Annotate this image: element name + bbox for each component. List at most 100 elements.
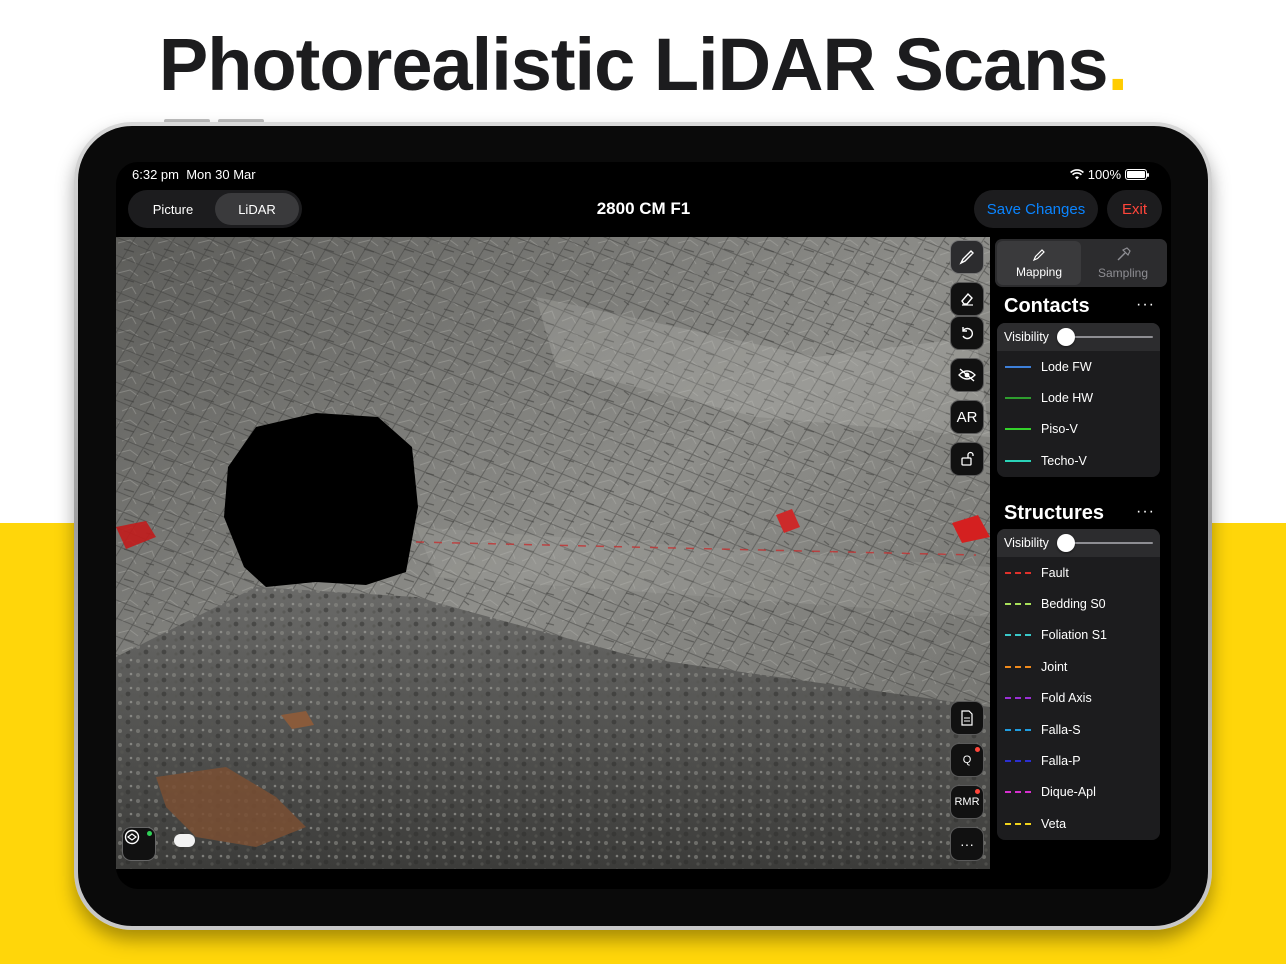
line-style-swatch [1005, 603, 1031, 606]
contacts-more-button[interactable]: ··· [1136, 296, 1155, 314]
structures-visibility-knob[interactable] [1057, 534, 1075, 552]
line-style-swatch [1005, 822, 1031, 825]
hammer-icon [1117, 246, 1131, 260]
contacts-item-label: Techo-V [1041, 453, 1087, 468]
line-style-swatch [1005, 459, 1031, 462]
structures-visibility-row: Visibility [997, 529, 1160, 557]
document-icon [961, 710, 973, 726]
structures-item[interactable]: Fault [997, 557, 1160, 588]
q-tool-button[interactable]: Q [950, 743, 984, 777]
unlock-icon [961, 451, 974, 466]
exit-button[interactable]: Exit [1107, 190, 1162, 228]
q-tool-label: Q [962, 754, 972, 766]
status-indicators: 100% [1069, 167, 1149, 182]
structures-item-label: Dique-Apl [1041, 785, 1096, 800]
status-clock: 6:32 pm [132, 167, 179, 182]
contacts-list: Lode FW Lode HW Piso-V Techo-V [997, 351, 1160, 477]
structures-more-button[interactable]: ··· [1136, 503, 1155, 521]
line-style-swatch [1005, 397, 1031, 400]
pen-icon [959, 250, 974, 265]
scan-mode-button[interactable] [122, 827, 156, 861]
visibility-tool-button[interactable] [950, 358, 984, 392]
contacts-item[interactable]: Lode HW [997, 382, 1160, 413]
line-style-swatch [1005, 428, 1031, 431]
headline-text: Photorealistic LiDAR Scans [158, 23, 1109, 106]
headline-dot: . [1107, 23, 1129, 106]
contacts-item-label: Piso-V [1041, 422, 1078, 437]
contacts-group: Visibility Lode FW Lode HW Piso-V Techo-V [997, 323, 1160, 477]
contacts-visibility-knob[interactable] [1057, 328, 1075, 346]
structures-item[interactable]: Joint [997, 651, 1160, 682]
structures-item-label: Fault [1041, 565, 1069, 580]
headline: Photorealistic LiDAR Scans. [0, 22, 1286, 107]
lidar-scan-viewport[interactable] [116, 237, 990, 869]
notes-tool-button[interactable] [950, 701, 984, 735]
contacts-item[interactable]: Techo-V [997, 445, 1160, 476]
structures-item-label: Veta [1041, 816, 1067, 831]
rmr-tool-badge [975, 789, 980, 794]
pen-icon [1032, 248, 1045, 261]
contacts-title: Contacts [1004, 295, 1090, 317]
line-style-swatch [1005, 571, 1031, 574]
line-style-swatch [1005, 365, 1031, 368]
app-screen: 6:32 pm Mon 30 Mar 100% Picture LiDAR 28… [116, 162, 1171, 889]
line-style-swatch [1005, 760, 1031, 763]
structures-item[interactable]: Foliation S1 [997, 620, 1160, 651]
battery-icon [1125, 169, 1149, 180]
structures-item[interactable]: Bedding S0 [997, 588, 1160, 619]
contacts-visibility-slider[interactable] [1065, 336, 1153, 338]
structures-item[interactable]: Fold Axis [997, 683, 1160, 714]
eraser-icon [961, 292, 973, 306]
status-date: Mon 30 Mar [186, 167, 256, 182]
scan-status-dot [147, 831, 152, 836]
structures-visibility-slider[interactable] [1065, 542, 1153, 544]
status-time: 6:32 pm Mon 30 Mar [132, 167, 256, 182]
structures-title: Structures [1004, 502, 1105, 524]
wifi-icon [1069, 169, 1084, 180]
eraser-tool-button[interactable] [950, 282, 984, 316]
rmr-tool-button[interactable]: RMR [950, 785, 984, 819]
line-style-swatch [1005, 791, 1031, 794]
draw-tool-button[interactable] [950, 240, 984, 274]
visibility-label: Visibility [1004, 330, 1049, 344]
structures-item-label: Falla-S [1041, 722, 1081, 737]
eye-slash-icon [958, 368, 976, 382]
line-style-swatch [1005, 665, 1031, 668]
structures-item[interactable]: Dique-Apl [997, 777, 1160, 808]
lock-tool-button[interactable] [950, 442, 984, 476]
structures-item-label: Joint [1041, 659, 1068, 674]
structures-item[interactable]: Falla-P [997, 745, 1160, 776]
line-style-swatch [1005, 634, 1031, 637]
undo-icon [962, 327, 973, 340]
contacts-item[interactable]: Piso-V [997, 414, 1160, 445]
structures-item[interactable]: Veta [997, 808, 1160, 839]
tab-mapping[interactable]: Mapping [997, 241, 1081, 285]
battery-percent: 100% [1087, 167, 1121, 182]
tab-sampling[interactable]: Sampling [1081, 241, 1165, 285]
contacts-item-label: Lode HW [1041, 391, 1094, 406]
structures-group: Visibility Fault Bedding S0 Foliation S1 Jo… [997, 529, 1160, 840]
save-changes-button[interactable]: Save Changes [974, 190, 1098, 228]
contacts-visibility-row: Visibility [997, 323, 1160, 351]
line-style-swatch [1005, 728, 1031, 731]
tab-sampling-label: Sampling [1097, 265, 1149, 280]
contacts-item[interactable]: Lode FW [997, 351, 1160, 382]
visibility-label: Visibility [1004, 536, 1049, 550]
structures-list: Fault Bedding S0 Foliation S1 Joint Fold Axi… [997, 557, 1160, 840]
tunnel-scan-render [116, 237, 990, 869]
structures-item-label: Falla-P [1041, 754, 1081, 769]
structures-item[interactable]: Falla-S [997, 714, 1160, 745]
structures-item-label: Bedding S0 [1041, 597, 1106, 612]
undo-tool-button[interactable] [950, 316, 984, 350]
ar-tool-button[interactable]: AR [950, 400, 984, 434]
contacts-item-label: Lode FW [1041, 359, 1092, 374]
more-tool-button[interactable]: ··· [950, 827, 984, 861]
scan-icon [124, 829, 140, 845]
q-tool-badge [975, 747, 980, 752]
rmr-tool-label: RMR [954, 796, 980, 808]
line-style-swatch [1005, 697, 1031, 700]
mode-tabs: Mapping Sampling [995, 239, 1167, 287]
measure-toggle[interactable] [174, 834, 195, 847]
structures-item-label: Fold Axis [1041, 691, 1092, 706]
tab-mapping-label: Mapping [1015, 264, 1063, 279]
